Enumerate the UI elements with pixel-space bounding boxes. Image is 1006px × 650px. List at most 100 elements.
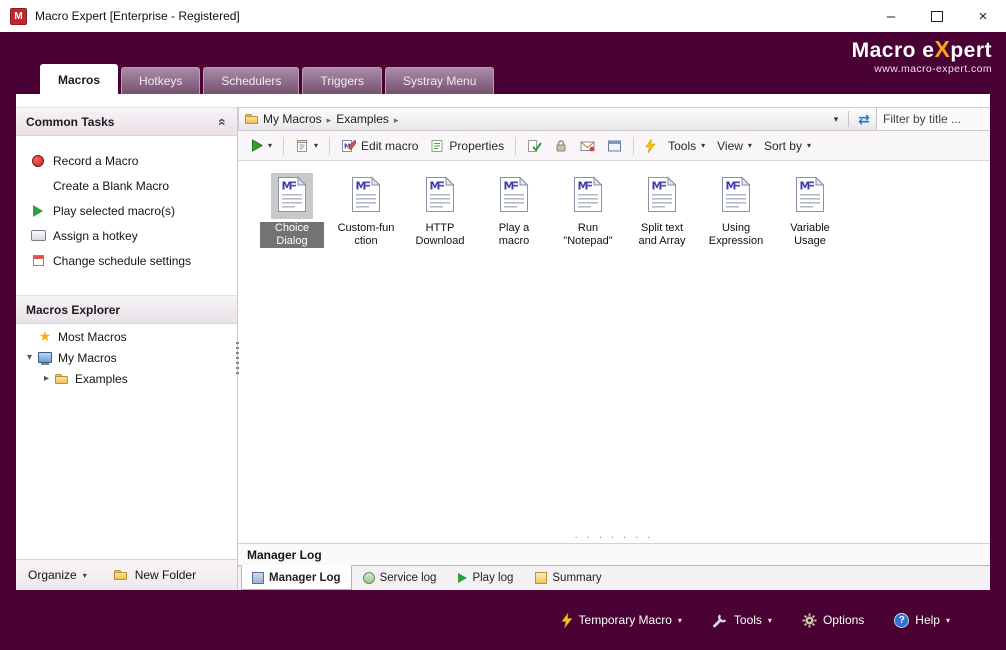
brand-logo: Macro eXpert bbox=[852, 37, 992, 63]
macro-custom-fun-ction[interactable]: MCustom-fun ction bbox=[334, 173, 398, 248]
tab-hotkeys[interactable]: Hotkeys bbox=[121, 67, 200, 94]
maximize-button[interactable] bbox=[914, 0, 960, 32]
brand: Macro eXpert www.macro-expert.com bbox=[852, 37, 992, 75]
breadcrumb-bar: My Macros▸Examples▸ ▾ ⇄ bbox=[238, 107, 990, 131]
tab-systray-menu[interactable]: Systray Menu bbox=[385, 67, 494, 94]
organize-button[interactable]: Organize ▾ bbox=[28, 568, 87, 582]
sidebar-splitter-handle[interactable] bbox=[236, 342, 239, 374]
macro-file-icon: M bbox=[789, 173, 831, 219]
toolbar-separator bbox=[283, 137, 284, 155]
macro-label: Split text and Array bbox=[630, 222, 694, 248]
edit-macro-button[interactable]: M Edit macro bbox=[336, 136, 423, 156]
macro-icon-grid: MChoice DialogMCustom-fun ctionMHTTP Dow… bbox=[238, 161, 990, 531]
record-icon bbox=[30, 153, 46, 169]
refresh-filter-icon[interactable]: ⇄ bbox=[852, 111, 876, 128]
lightning-icon bbox=[561, 613, 573, 628]
sort-by-caret-icon: ▾ bbox=[807, 141, 811, 150]
close-button[interactable]: × bbox=[960, 0, 1006, 32]
filter-by-title-input[interactable] bbox=[876, 108, 990, 130]
task-change-schedule-settings[interactable]: Change schedule settings bbox=[16, 248, 237, 273]
send-message-button[interactable] bbox=[575, 136, 600, 156]
toolbar-separator bbox=[329, 137, 330, 155]
tab-schedulers[interactable]: Schedulers bbox=[203, 67, 299, 94]
chevron-right-icon[interactable]: ▸ bbox=[39, 373, 54, 384]
breadcrumb-right: ▾ ⇄ bbox=[827, 108, 990, 130]
macro-label: Play a macro bbox=[482, 222, 546, 248]
macro-file-icon: M bbox=[715, 173, 757, 219]
minimize-button[interactable]: – bbox=[868, 0, 914, 32]
breadcrumb-my-macros[interactable]: My Macros bbox=[260, 112, 325, 126]
toolbar-separator bbox=[515, 137, 516, 155]
tree-item-examples[interactable]: ▸Examples bbox=[16, 368, 237, 389]
tools-menu-button[interactable]: Tools ▾ bbox=[663, 136, 710, 156]
view-menu-button[interactable]: View ▾ bbox=[712, 136, 757, 156]
task-create-a-blank-macro[interactable]: Create a Blank Macro bbox=[16, 173, 237, 198]
svg-text:M: M bbox=[430, 180, 441, 193]
properties-button[interactable]: Properties bbox=[425, 136, 509, 156]
window-title: Macro Expert [Enterprise - Registered] bbox=[35, 9, 240, 23]
macro-play-a-macro[interactable]: MPlay a macro bbox=[482, 173, 546, 248]
log-tab-manager-log[interactable]: Manager Log bbox=[241, 565, 352, 590]
options-button[interactable]: Options bbox=[802, 613, 864, 628]
log-splitter-handle[interactable]: · · · · · · · bbox=[238, 531, 990, 543]
window-view-button[interactable] bbox=[602, 136, 627, 156]
new-macro-button[interactable]: ▾ bbox=[290, 136, 323, 156]
macro-file-icon: M bbox=[419, 173, 461, 219]
play-icon bbox=[251, 139, 263, 152]
tools-menu[interactable]: Tools ▾ bbox=[712, 613, 772, 628]
properties-icon bbox=[430, 139, 444, 153]
macro-variable-usage[interactable]: MVariable Usage bbox=[778, 173, 842, 248]
macros-explorer-header: Macros Explorer bbox=[16, 295, 237, 324]
tools-menu-label: Tools bbox=[668, 139, 696, 153]
blank-icon bbox=[30, 178, 46, 194]
macro-using-expression[interactable]: M Using Expression bbox=[704, 173, 768, 248]
tree-item-my-macros[interactable]: ▾My Macros bbox=[16, 347, 237, 368]
tab-triggers[interactable]: Triggers bbox=[302, 67, 382, 94]
breadcrumb: My Macros▸Examples▸ bbox=[260, 112, 400, 126]
sidebar-spacer bbox=[16, 391, 237, 559]
maximize-icon bbox=[931, 11, 943, 22]
help-label: Help bbox=[915, 613, 940, 627]
organize-caret-icon: ▾ bbox=[83, 571, 87, 580]
tree-item-most-macros[interactable]: Most Macros bbox=[16, 326, 237, 347]
temporary-macro-menu[interactable]: Temporary Macro ▾ bbox=[561, 613, 682, 628]
breadcrumb-examples[interactable]: Examples bbox=[333, 112, 392, 126]
svg-text:M: M bbox=[578, 180, 589, 193]
task-label: Play selected macro(s) bbox=[53, 204, 175, 218]
star-icon bbox=[37, 329, 53, 345]
log-tab-service-log[interactable]: Service log bbox=[352, 566, 448, 590]
run-macro-button[interactable]: ▾ bbox=[246, 136, 277, 155]
task-play-selected-macro-s[interactable]: Play selected macro(s) bbox=[16, 198, 237, 223]
macro-choice-dialog[interactable]: MChoice Dialog bbox=[260, 173, 324, 248]
macro-label: Using Expression bbox=[704, 222, 768, 248]
task-record-a-macro[interactable]: Record a Macro bbox=[16, 148, 237, 173]
log-tab-play-log[interactable]: Play log bbox=[447, 566, 524, 590]
logo-suffix: pert bbox=[950, 39, 992, 62]
lock-macro-button[interactable] bbox=[549, 136, 573, 156]
sidebar-footer: Organize ▾ New Folder bbox=[16, 559, 237, 590]
edit-macro-icon: M bbox=[341, 139, 356, 153]
run-macro-caret-icon[interactable]: ▾ bbox=[268, 141, 272, 150]
help-menu[interactable]: ? Help ▾ bbox=[894, 613, 950, 628]
tab-macros[interactable]: Macros bbox=[40, 64, 118, 94]
play-icon bbox=[30, 203, 46, 219]
quick-run-button[interactable] bbox=[640, 136, 661, 156]
validate-macro-button[interactable] bbox=[522, 136, 547, 156]
breadcrumb-arrow-icon: ▸ bbox=[325, 115, 334, 125]
new-folder-button[interactable]: New Folder bbox=[113, 567, 196, 583]
new-folder-label: New Folder bbox=[135, 568, 196, 582]
temporary-macro-caret-icon: ▾ bbox=[678, 616, 682, 625]
macro-split-text-and-array[interactable]: MSplit text and Array bbox=[630, 173, 694, 248]
task-assign-a-hotkey[interactable]: Assign a hotkey bbox=[16, 223, 237, 248]
chevron-down-icon[interactable]: ▾ bbox=[22, 352, 37, 363]
collapse-panel-icon[interactable]: « bbox=[215, 118, 231, 126]
log-tab-summary[interactable]: Summary bbox=[524, 566, 612, 590]
log-tabs: Manager Log Service logPlay logSummary bbox=[238, 565, 990, 590]
window-icon bbox=[607, 139, 622, 153]
macro-run-notepad[interactable]: MRun "Notepad" bbox=[556, 173, 620, 248]
log-tab-label: Manager Log bbox=[269, 572, 341, 584]
sort-by-menu-button[interactable]: Sort by ▾ bbox=[759, 136, 816, 156]
new-macro-caret-icon[interactable]: ▾ bbox=[314, 141, 318, 150]
macro-http-download[interactable]: MHTTP Download bbox=[408, 173, 472, 248]
breadcrumb-dropdown-icon[interactable]: ▾ bbox=[827, 114, 845, 125]
